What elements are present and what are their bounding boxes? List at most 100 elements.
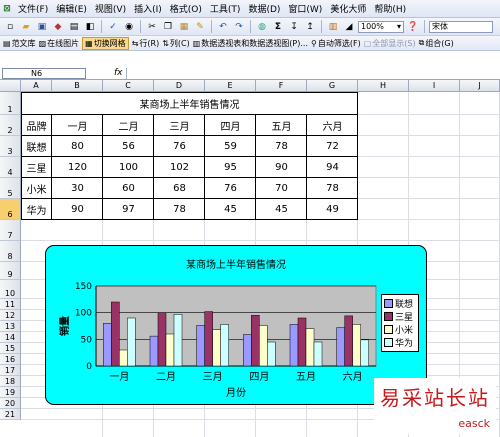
help-icon[interactable]: ❓ [406, 20, 420, 34]
column-header-e[interactable]: E [205, 80, 256, 92]
brand-cell[interactable]: 小米 [21, 178, 52, 199]
value-cell[interactable]: 72 [307, 136, 358, 157]
value-cell[interactable]: 45 [205, 199, 256, 220]
row-header-21[interactable]: 21 [0, 409, 21, 420]
value-cell[interactable]: 80 [52, 136, 103, 157]
toolbar2-button[interactable]: ⧉ 组合(G) [419, 38, 454, 49]
row-header-19[interactable]: 19 [0, 387, 21, 398]
font-select[interactable]: 宋体 [429, 20, 493, 33]
value-cell[interactable]: 60 [103, 178, 154, 199]
value-cell[interactable]: 90 [52, 199, 103, 220]
value-cell[interactable]: 30 [52, 178, 103, 199]
value-cell[interactable]: 56 [103, 136, 154, 157]
menu-item[interactable]: 格式(O) [166, 2, 206, 15]
print-preview-icon[interactable]: ◧ [83, 20, 97, 34]
value-cell[interactable]: 76 [154, 136, 205, 157]
copy-icon[interactable]: ❐ [161, 20, 175, 34]
row-header-14[interactable]: 14 [0, 332, 21, 343]
row-header-7[interactable]: 7 [0, 220, 21, 241]
value-cell[interactable]: 102 [154, 157, 205, 178]
menu-item[interactable]: 插入(I) [130, 2, 166, 15]
drawing-icon[interactable]: ◢ [342, 20, 356, 34]
table-header-cell[interactable]: 一月 [52, 115, 103, 136]
autosum-icon[interactable]: Σ [271, 20, 285, 34]
row-header-8[interactable]: 8 [0, 241, 21, 262]
print-icon[interactable]: ▤ [67, 20, 81, 34]
column-header-h[interactable]: H [358, 80, 409, 92]
open-folder-icon[interactable]: ▰ [19, 20, 33, 34]
paste-icon[interactable]: ▦ [177, 20, 191, 34]
research-icon[interactable]: ◉ [122, 20, 136, 34]
column-header-c[interactable]: C [103, 80, 154, 92]
chart-wizard-icon[interactable]: ▥ [326, 20, 340, 34]
row-header-4[interactable]: 4 [0, 157, 21, 178]
row-header-16[interactable]: 16 [0, 354, 21, 365]
menu-item[interactable]: 视图(V) [91, 2, 130, 15]
formula-input[interactable] [126, 68, 500, 79]
table-header-cell[interactable]: 六月 [307, 115, 358, 136]
fx-icon[interactable]: fx [114, 68, 123, 78]
toolbar2-button[interactable]: ⚲ 自动筛选(F) [311, 38, 361, 49]
column-header-j[interactable]: J [460, 80, 500, 92]
toolbar2-button[interactable]: ▦ 切换网格 [82, 36, 129, 50]
table-header-cell[interactable]: 四月 [205, 115, 256, 136]
row-header-9[interactable]: 9 [0, 262, 21, 280]
column-header-d[interactable]: D [154, 80, 205, 92]
toolbar2-button[interactable]: ⇆ 行(R) [132, 38, 160, 49]
table-header-cell[interactable]: 三月 [154, 115, 205, 136]
permission-icon[interactable]: ◆ [51, 20, 65, 34]
toolbar2-button[interactable]: ▤ 范文库 [3, 38, 36, 49]
sort-descending-icon[interactable]: ↥ [303, 20, 317, 34]
row-header-10[interactable]: 10 [0, 280, 21, 299]
excel-icon[interactable]: ⊠ [0, 2, 14, 16]
row-header-18[interactable]: 18 [0, 376, 21, 387]
column-header-g[interactable]: G [307, 80, 358, 92]
row-header-1[interactable]: 1 [0, 92, 21, 115]
menu-item[interactable]: 帮助(H) [370, 2, 410, 15]
menu-item[interactable]: 数据(D) [244, 2, 284, 15]
value-cell[interactable]: 76 [205, 178, 256, 199]
row-header-5[interactable]: 5 [0, 178, 21, 199]
menu-item[interactable]: 编辑(E) [52, 2, 91, 15]
value-cell[interactable]: 120 [52, 157, 103, 178]
row-header-2[interactable]: 2 [0, 115, 21, 136]
toolbar2-button[interactable]: ⇅ 列(C) [162, 38, 190, 49]
value-cell[interactable]: 78 [307, 178, 358, 199]
menu-item[interactable]: 窗口(W) [284, 2, 326, 15]
new-file-icon[interactable]: ▫ [3, 20, 17, 34]
brand-cell[interactable]: 联想 [21, 136, 52, 157]
zoom-select[interactable]: 100% ▾ [358, 20, 404, 33]
value-cell[interactable]: 100 [103, 157, 154, 178]
select-all-corner[interactable] [0, 80, 21, 92]
column-header-f[interactable]: F [256, 80, 307, 92]
menu-item[interactable]: 工具(T) [206, 2, 245, 15]
toolbar2-button[interactable]: ▢ 全部显示(S) [364, 38, 416, 49]
format-painter-icon[interactable]: ✎ [193, 20, 207, 34]
table-header-cell[interactable]: 二月 [103, 115, 154, 136]
brand-cell[interactable]: 三星 [21, 157, 52, 178]
menu-item[interactable]: 美化大师 [326, 2, 370, 15]
table-header-cell[interactable]: 五月 [256, 115, 307, 136]
sort-ascending-icon[interactable]: ↧ [287, 20, 301, 34]
sales-chart[interactable]: 某商场上半年销售情况 0 50 100 150 一月 二月 三月 四月 五月 六月 月份 销量 联想 三星小… [45, 245, 427, 405]
row-header-11[interactable]: 11 [0, 299, 21, 310]
toolbar2-button[interactable]: ▨ 在线图片 [39, 38, 80, 49]
column-header-i[interactable]: I [409, 80, 460, 92]
row-header-3[interactable]: 3 [0, 136, 21, 157]
value-cell[interactable]: 68 [154, 178, 205, 199]
redo-icon[interactable]: ↷ [232, 20, 246, 34]
row-header-12[interactable]: 12 [0, 310, 21, 321]
undo-icon[interactable]: ↶ [216, 20, 230, 34]
value-cell[interactable]: 97 [103, 199, 154, 220]
column-header-a[interactable]: A [21, 80, 52, 92]
save-icon[interactable]: ▣ [35, 20, 49, 34]
value-cell[interactable]: 78 [154, 199, 205, 220]
row-header-17[interactable]: 17 [0, 365, 21, 376]
value-cell[interactable]: 90 [256, 157, 307, 178]
cut-icon[interactable]: ✂ [145, 20, 159, 34]
hyperlink-icon[interactable]: ◍ [255, 20, 269, 34]
value-cell[interactable]: 70 [256, 178, 307, 199]
row-header-15[interactable]: 15 [0, 343, 21, 354]
value-cell[interactable]: 95 [205, 157, 256, 178]
value-cell[interactable]: 78 [256, 136, 307, 157]
